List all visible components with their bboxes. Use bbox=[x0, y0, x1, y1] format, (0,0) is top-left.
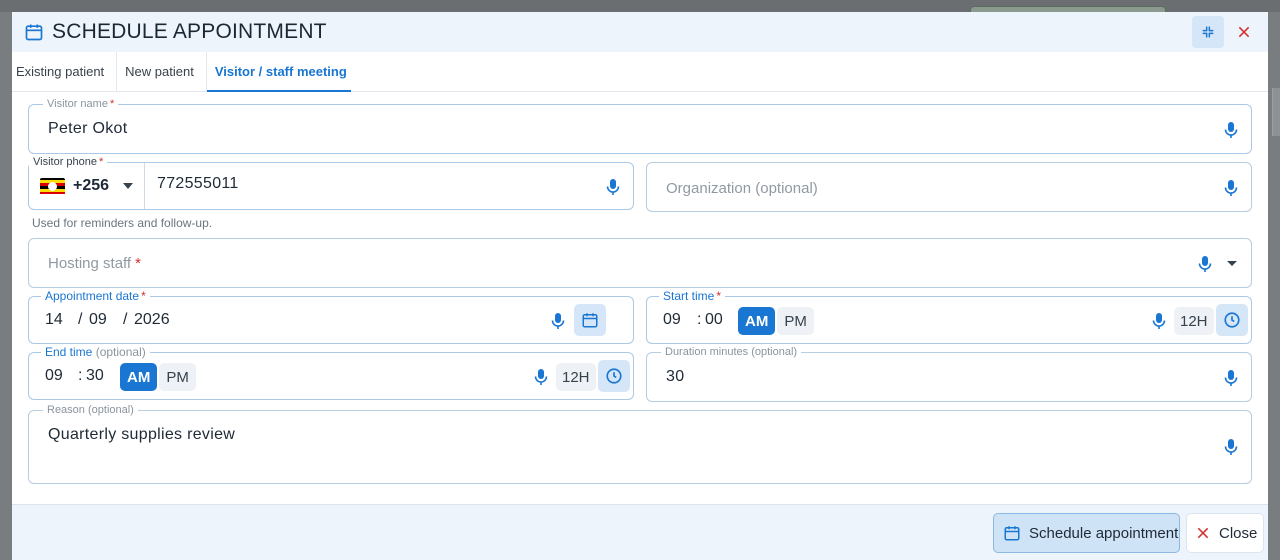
microphone-icon[interactable] bbox=[1198, 255, 1212, 273]
end-time-hour[interactable]: 09 bbox=[45, 367, 63, 385]
schedule-appointment-label: Schedule appointment bbox=[1029, 524, 1179, 542]
chevron-down-icon[interactable] bbox=[1227, 261, 1237, 266]
background-app-edge bbox=[1272, 88, 1280, 136]
calendar-picker-button[interactable] bbox=[574, 304, 606, 336]
dialog-footer: Schedule appointment Close bbox=[12, 504, 1268, 560]
microphone-icon[interactable] bbox=[1152, 312, 1166, 330]
microphone-icon[interactable] bbox=[1224, 179, 1238, 197]
am-button[interactable]: AM bbox=[738, 307, 776, 335]
end-time-minute[interactable]: 30 bbox=[86, 367, 104, 385]
close-button[interactable]: Close bbox=[1186, 513, 1264, 553]
calendar-icon bbox=[582, 313, 598, 328]
clock-icon bbox=[606, 368, 622, 384]
visitor-name-label: Visitor name * bbox=[43, 98, 119, 110]
reason-label: Reason (optional) bbox=[43, 404, 138, 416]
organization-field[interactable]: Organization (optional) bbox=[646, 162, 1252, 212]
microphone-icon[interactable] bbox=[1224, 369, 1238, 387]
microphone-icon[interactable] bbox=[1224, 438, 1238, 456]
tab-visitor-staff-meeting[interactable]: Visitor / staff meeting bbox=[205, 52, 351, 92]
visitor-name-field[interactable]: Visitor name * Peter Okot bbox=[28, 98, 1252, 154]
duration-minutes-label: Duration minutes (optional) bbox=[661, 346, 802, 358]
end-time-ampm-toggle: AM PM bbox=[120, 363, 196, 391]
duration-minutes-value: 30 bbox=[666, 368, 685, 385]
appointment-date-field[interactable]: Appointment date * 14 / 09 / 2026 bbox=[28, 290, 634, 344]
country-code-select[interactable]: +256 bbox=[29, 163, 145, 209]
microphone-icon[interactable] bbox=[1224, 121, 1238, 139]
appointment-date-label: Appointment date * bbox=[41, 290, 150, 302]
schedule-appointment-button[interactable]: Schedule appointment bbox=[993, 513, 1180, 553]
tab-new-patient[interactable]: New patient bbox=[116, 52, 198, 91]
dialog-header: SCHEDULE APPOINTMENT bbox=[12, 12, 1268, 52]
reason-value: Quarterly supplies review bbox=[48, 426, 236, 443]
clock-icon bbox=[1224, 312, 1240, 328]
microphone-icon[interactable] bbox=[551, 312, 565, 330]
start-time-field[interactable]: Start time * 09 : 00 AM PM 12H bbox=[646, 290, 1252, 344]
time-format-toggle[interactable]: 12H bbox=[1174, 307, 1214, 335]
schedule-appointment-dialog: SCHEDULE APPOINTMENT Existing patient Ne… bbox=[12, 12, 1268, 560]
visitor-phone-value: 772555011 bbox=[157, 175, 239, 192]
microphone-icon[interactable] bbox=[534, 368, 548, 386]
visitor-form: Visitor name * Peter Okot Visitor phone * … bbox=[12, 92, 1268, 504]
country-dial-code: +256 bbox=[73, 177, 110, 194]
phone-helper-text: Used for reminders and follow-up. bbox=[32, 216, 213, 230]
end-time-label: End time (optional) bbox=[41, 346, 150, 358]
am-button[interactable]: AM bbox=[120, 363, 158, 391]
time-picker-button[interactable] bbox=[598, 360, 630, 392]
date-day[interactable]: 14 bbox=[45, 311, 63, 329]
time-picker-button[interactable] bbox=[1216, 304, 1248, 336]
start-time-hour[interactable]: 09 bbox=[663, 311, 681, 329]
time-format-toggle[interactable]: 12H bbox=[556, 363, 596, 391]
microphone-icon[interactable] bbox=[606, 178, 620, 196]
start-time-ampm-toggle: AM PM bbox=[738, 307, 814, 335]
visitor-phone-field[interactable]: Visitor phone * +256 772555011 bbox=[28, 156, 634, 210]
calendar-icon bbox=[24, 22, 44, 42]
hosting-staff-placeholder: Hosting staff * bbox=[48, 255, 141, 272]
uganda-flag-icon bbox=[40, 177, 65, 195]
hosting-staff-select[interactable]: Hosting staff * bbox=[28, 238, 1252, 288]
start-time-minute[interactable]: 00 bbox=[705, 311, 723, 329]
duration-minutes-field[interactable]: Duration minutes (optional) 30 bbox=[646, 346, 1252, 402]
visitor-name-value: Peter Okot bbox=[48, 120, 128, 137]
close-label: Close bbox=[1219, 524, 1258, 542]
close-dialog-button[interactable] bbox=[1232, 16, 1256, 48]
close-icon bbox=[1197, 527, 1209, 539]
dialog-title: SCHEDULE APPOINTMENT bbox=[52, 20, 327, 43]
pm-button[interactable]: PM bbox=[159, 363, 196, 391]
pm-button[interactable]: PM bbox=[777, 307, 814, 335]
organization-placeholder: Organization (optional) bbox=[666, 180, 818, 197]
tab-existing-patient[interactable]: Existing patient bbox=[12, 52, 108, 91]
date-month[interactable]: 09 bbox=[89, 311, 107, 329]
calendar-icon bbox=[1004, 526, 1020, 541]
start-time-label: Start time * bbox=[659, 290, 726, 302]
date-year[interactable]: 2026 bbox=[134, 311, 170, 329]
end-time-field[interactable]: End time (optional) 09 : 30 AM PM 12H bbox=[28, 346, 634, 400]
reason-textarea[interactable]: Reason (optional) Quarterly supplies rev… bbox=[28, 404, 1252, 484]
patient-type-tabs: Existing patient New patient Visitor / s… bbox=[12, 52, 1268, 92]
chevron-down-icon bbox=[123, 183, 134, 189]
collapse-icon bbox=[1202, 26, 1214, 38]
collapse-button[interactable] bbox=[1192, 16, 1224, 48]
close-icon bbox=[1238, 26, 1250, 38]
header-actions bbox=[1192, 16, 1256, 48]
